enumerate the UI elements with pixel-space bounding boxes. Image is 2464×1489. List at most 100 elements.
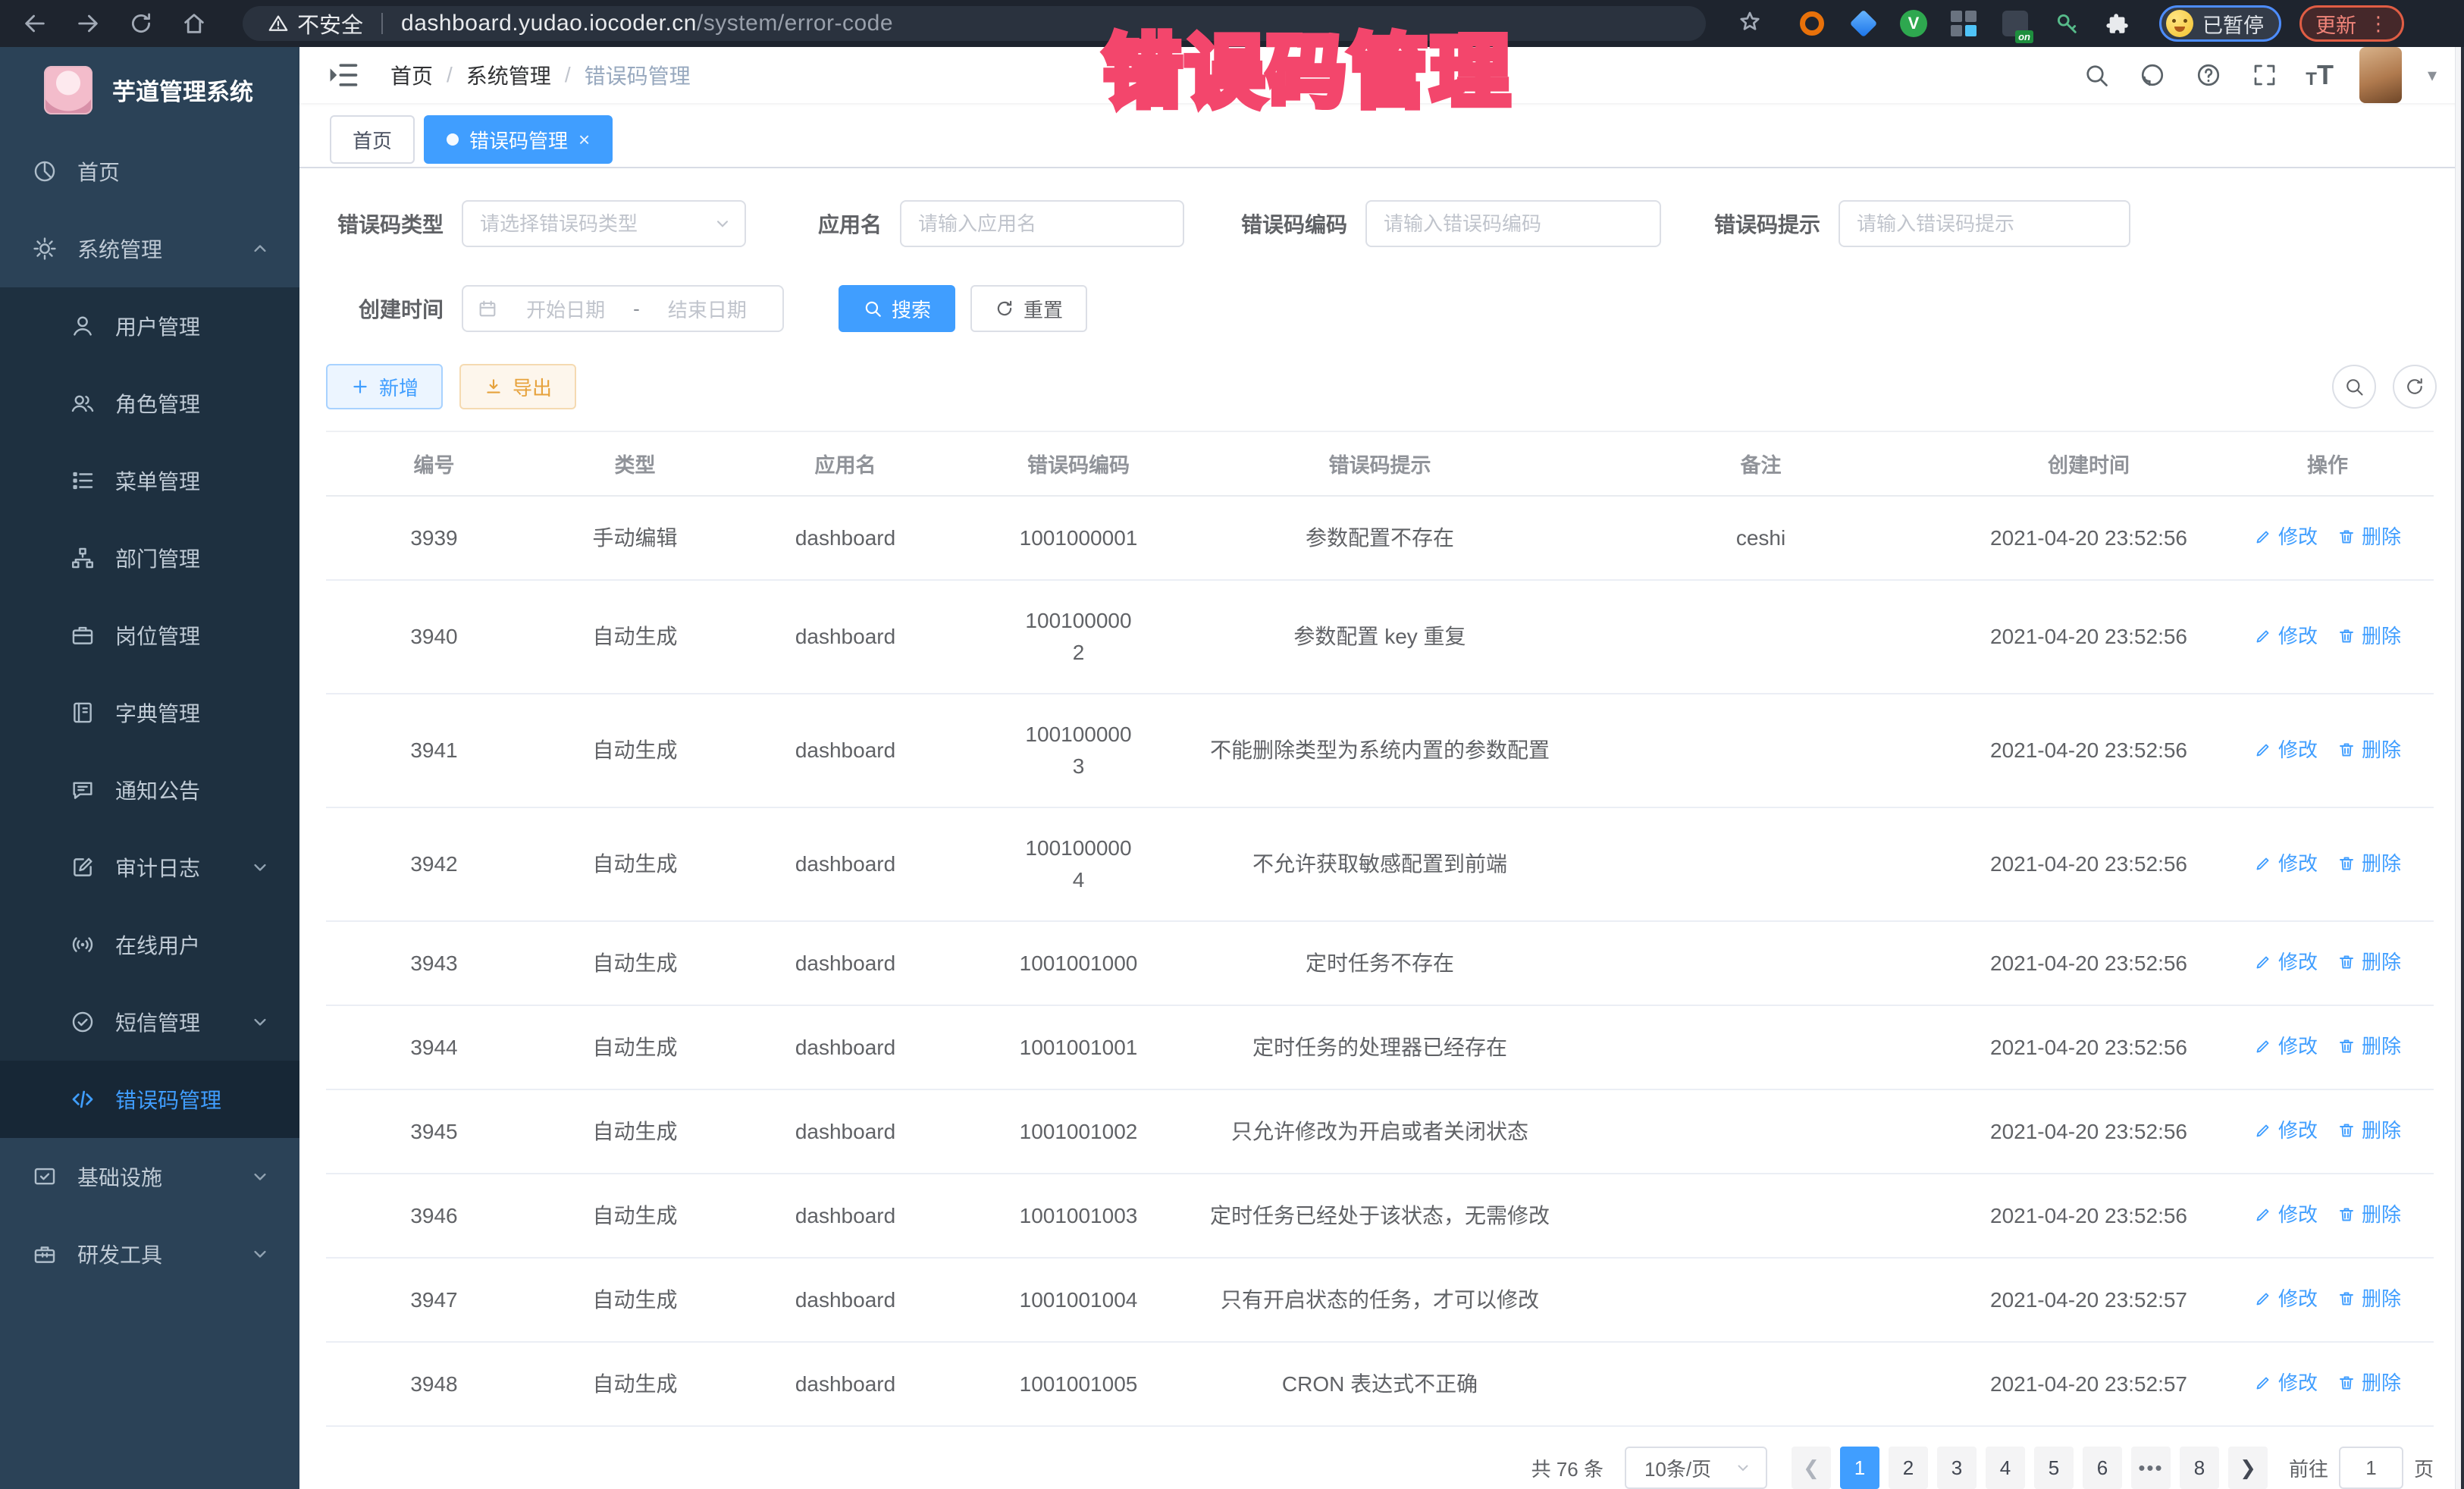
edit-link[interactable]: 修改: [2254, 1283, 2318, 1315]
table-row: 3945自动生成dashboard1001001002只允许修改为开启或者关闭状…: [326, 1089, 2434, 1174]
edit-link[interactable]: 修改: [2254, 1367, 2318, 1399]
tab-close-icon[interactable]: ×: [578, 130, 590, 149]
delete-link[interactable]: 删除: [2337, 1030, 2401, 1062]
cell-message: CRON 表达式不正确: [1194, 1342, 1566, 1426]
sidebar-item-在线用户[interactable]: 在线用户: [0, 906, 299, 983]
prev-page-button[interactable]: ❮: [1792, 1447, 1831, 1489]
next-page-button[interactable]: ❯: [2228, 1447, 2268, 1489]
back-icon[interactable]: [20, 8, 50, 39]
delete-link[interactable]: 删除: [2337, 946, 2401, 978]
reload-icon[interactable]: [126, 8, 156, 39]
sidebar-item-审计日志[interactable]: 审计日志: [0, 829, 299, 906]
pager-ellipsis[interactable]: •••: [2131, 1447, 2171, 1489]
sidebar-item-短信管理[interactable]: 短信管理: [0, 983, 299, 1061]
edit-link[interactable]: 修改: [2254, 620, 2318, 652]
extension-orange-icon[interactable]: [1797, 8, 1827, 39]
home-icon[interactable]: [179, 8, 209, 39]
breadcrumb-home[interactable]: 首页: [390, 60, 433, 90]
start-date-placeholder[interactable]: 开始日期: [504, 295, 627, 323]
page-button-3[interactable]: 3: [1937, 1447, 1977, 1489]
export-button[interactable]: 导出: [459, 364, 576, 409]
delete-link[interactable]: 删除: [2337, 1114, 2401, 1146]
delete-link[interactable]: 删除: [2337, 1283, 2401, 1315]
sidebar-item-研发工具[interactable]: 研发工具: [0, 1215, 299, 1293]
delete-link[interactable]: 删除: [2337, 620, 2401, 652]
add-button[interactable]: 新增: [326, 364, 443, 409]
sidebar-item-字典管理[interactable]: 字典管理: [0, 674, 299, 751]
extension-diamond-icon[interactable]: [1848, 8, 1879, 39]
sidebar-item-系统管理[interactable]: 系统管理: [0, 210, 299, 287]
page-scrollbar[interactable]: [2455, 47, 2464, 1489]
cell-actions: 修改删除: [2221, 496, 2434, 580]
date-range-picker[interactable]: 开始日期 - 结束日期: [462, 285, 784, 332]
sidebar-item-岗位管理[interactable]: 岗位管理: [0, 597, 299, 674]
error-hint-input[interactable]: [1857, 212, 2112, 236]
goto-page-input[interactable]: [2339, 1447, 2403, 1489]
sidebar-item-部门管理[interactable]: 部门管理: [0, 519, 299, 597]
sidebar-item-错误码管理[interactable]: 错误码管理: [0, 1061, 299, 1138]
delete-link[interactable]: 删除: [2337, 521, 2401, 553]
edit-link[interactable]: 修改: [2254, 1030, 2318, 1062]
page-button-5[interactable]: 5: [2034, 1447, 2074, 1489]
sidebar-item-首页[interactable]: 首页: [0, 133, 299, 210]
extension-switch-icon[interactable]: on: [2000, 8, 2030, 39]
sidebar-item-菜单管理[interactable]: 菜单管理: [0, 442, 299, 519]
bookmark-star-icon[interactable]: [1736, 8, 1763, 39]
page-size-select[interactable]: 10条/页: [1625, 1447, 1767, 1489]
page-button-8[interactable]: 8: [2180, 1447, 2219, 1489]
tab-home[interactable]: 首页: [330, 115, 415, 164]
sidebar-item-通知公告[interactable]: 通知公告: [0, 751, 299, 829]
breadcrumb-system[interactable]: 系统管理: [466, 60, 551, 90]
end-date-placeholder[interactable]: 结束日期: [646, 295, 769, 323]
delete-link[interactable]: 删除: [2337, 1367, 2401, 1399]
edit-link[interactable]: 修改: [2254, 521, 2318, 553]
github-icon[interactable]: [2137, 60, 2168, 90]
table-refresh-button[interactable]: [2393, 365, 2437, 409]
font-size-icon[interactable]: TT: [2306, 61, 2334, 89]
browser-update-button[interactable]: 更新 ⋮: [2299, 5, 2404, 42]
extension-vue-icon[interactable]: V: [1900, 10, 1927, 37]
logo-row[interactable]: 芋道管理系统: [0, 47, 299, 133]
edit-link[interactable]: 修改: [2254, 946, 2318, 978]
error-code-table: 编号类型应用名错误码编码错误码提示备注创建时间操作 3939手动编辑dashbo…: [326, 431, 2434, 1427]
user-avatar[interactable]: [2359, 47, 2402, 103]
search-button[interactable]: 搜索: [839, 285, 955, 332]
error-hint-field[interactable]: [1839, 200, 2130, 247]
extension-key-icon[interactable]: [2052, 8, 2082, 39]
reset-button[interactable]: 重置: [970, 285, 1087, 332]
security-warning: 不安全: [267, 8, 363, 39]
fullscreen-icon[interactable]: [2249, 60, 2280, 90]
browser-menu-icon[interactable]: ⋮: [2368, 14, 2388, 33]
error-code-field[interactable]: [1365, 200, 1661, 247]
page-button-1[interactable]: 1: [1840, 1447, 1879, 1489]
page-button-6[interactable]: 6: [2083, 1447, 2122, 1489]
error-type-select[interactable]: [462, 200, 746, 247]
app-name-input[interactable]: [918, 212, 1166, 236]
help-icon[interactable]: [2193, 60, 2224, 90]
extension-grid-icon[interactable]: [1948, 8, 1979, 39]
sidebar-item-用户管理[interactable]: 用户管理: [0, 287, 299, 365]
tab-error-code[interactable]: 错误码管理 ×: [424, 115, 613, 164]
page-button-2[interactable]: 2: [1889, 1447, 1928, 1489]
avatar-caret-icon[interactable]: ▾: [2428, 64, 2437, 86]
error-code-input[interactable]: [1384, 212, 1643, 236]
table-search-toggle-button[interactable]: [2332, 365, 2376, 409]
edit-link[interactable]: 修改: [2254, 734, 2318, 766]
header-search-icon[interactable]: [2081, 60, 2111, 90]
app-name-field[interactable]: [900, 200, 1184, 247]
delete-link[interactable]: 删除: [2337, 848, 2401, 879]
browser-profile-button[interactable]: 已暂停: [2159, 5, 2281, 42]
extensions-puzzle-icon[interactable]: [2103, 8, 2133, 39]
edit-link[interactable]: 修改: [2254, 1114, 2318, 1146]
sidebar-item-角色管理[interactable]: 角色管理: [0, 365, 299, 442]
hamburger-icon[interactable]: [327, 58, 360, 92]
delete-link[interactable]: 删除: [2337, 734, 2401, 766]
sidebar-item-基础设施[interactable]: 基础设施: [0, 1138, 299, 1215]
edit-link[interactable]: 修改: [2254, 848, 2318, 879]
address-bar[interactable]: 不安全 dashboard.yudao.iocoder.cn/system/er…: [243, 6, 1706, 41]
page-button-4[interactable]: 4: [1986, 1447, 2025, 1489]
error-type-select-input[interactable]: [480, 212, 728, 236]
edit-link[interactable]: 修改: [2254, 1199, 2318, 1230]
forward-icon[interactable]: [73, 8, 103, 39]
delete-link[interactable]: 删除: [2337, 1199, 2401, 1230]
